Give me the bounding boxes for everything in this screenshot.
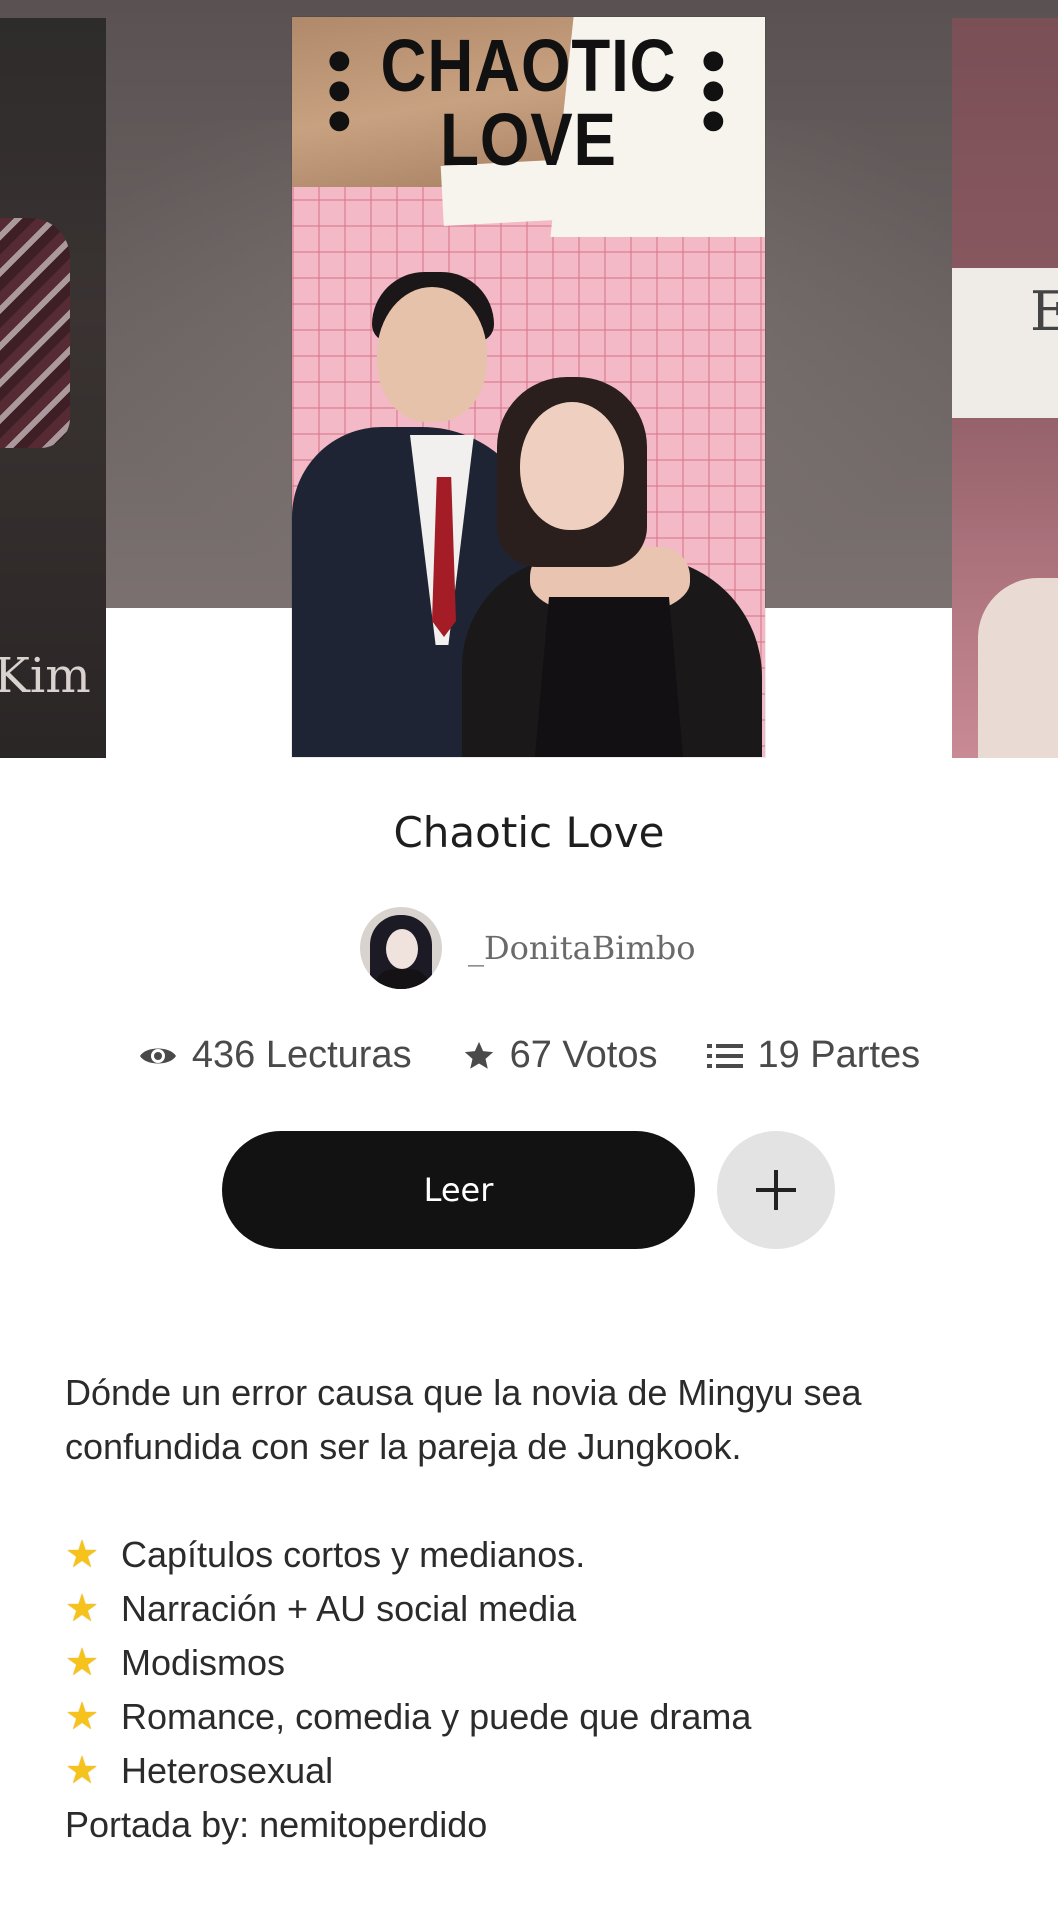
votes-stat: 67 Votos xyxy=(462,1034,658,1077)
next-story-cover[interactable]: E xyxy=(952,18,1058,758)
star-emoji-icon: ★ xyxy=(65,1534,100,1576)
add-to-library-button[interactable] xyxy=(717,1131,835,1249)
star-emoji-icon: ★ xyxy=(65,1696,100,1738)
avatar-art xyxy=(374,969,430,989)
parts-count: 19 Partes xyxy=(757,1034,921,1076)
author-name[interactable]: _DonitaBimbo xyxy=(468,929,696,967)
cover-art xyxy=(978,578,1058,758)
ink-drops-left-icon: ● ● ● xyxy=(328,45,351,135)
description-line: confundida con ser la pareja de Jungkook… xyxy=(65,1426,742,1467)
cover-figure-woman xyxy=(534,597,684,757)
cover-title-line2: LOVE xyxy=(440,98,617,181)
list-icon xyxy=(707,1043,744,1068)
previous-cover-text: Kim xyxy=(0,648,91,704)
star-emoji-icon: ★ xyxy=(65,1642,100,1684)
votes-count: 67 Votos xyxy=(509,1034,658,1076)
plus-icon xyxy=(756,1170,796,1210)
story-title: Chaotic Love xyxy=(393,808,665,857)
reads-count: 436 Lecturas xyxy=(191,1034,412,1076)
story-stats: 436 Lecturas 67 Votos 19 Partes xyxy=(0,1034,1058,1077)
cover-figure-man xyxy=(377,287,487,422)
cover-art xyxy=(0,218,70,448)
story-cover[interactable]: CHAOTIC LOVE ● ● ● ● ● ● xyxy=(292,17,765,757)
author-link[interactable]: _DonitaBimbo xyxy=(360,907,696,989)
list-item-text: Capítulos cortos y medianos. xyxy=(121,1534,586,1575)
list-item: ★ Modismos xyxy=(65,1636,995,1690)
author-avatar[interactable] xyxy=(360,907,442,989)
list-item: ★ Capítulos cortos y medianos. xyxy=(65,1528,995,1582)
cover-figure-woman xyxy=(520,402,624,530)
eye-icon xyxy=(139,1048,176,1063)
description-line: Dónde un error causa que la novia de Min… xyxy=(65,1372,862,1413)
list-item-text: Heterosexual xyxy=(121,1750,334,1791)
list-item: ★ Romance, comedia y puede que drama xyxy=(65,1690,995,1744)
parts-stat: 19 Partes xyxy=(707,1034,920,1077)
star-emoji-icon: ★ xyxy=(65,1750,100,1792)
list-item-text: Narración + AU social media xyxy=(121,1588,577,1629)
list-item-text: Romance, comedia y puede que drama xyxy=(121,1696,752,1737)
feature-list: ★ Capítulos cortos y medianos. ★ Narraci… xyxy=(65,1528,995,1798)
avatar-art xyxy=(386,929,418,969)
cover-credit: Portada by: nemitoperdido xyxy=(65,1804,488,1845)
read-button[interactable]: Leer xyxy=(222,1131,695,1249)
list-item: ★ Narración + AU social media xyxy=(65,1582,995,1636)
next-cover-text: E xyxy=(1030,280,1058,343)
cover-title: CHAOTIC LOVE xyxy=(325,29,732,177)
story-actions: Leer xyxy=(222,1131,835,1249)
star-icon xyxy=(464,1041,493,1069)
story-description: Dónde un error causa que la novia de Min… xyxy=(65,1366,995,1852)
ink-drops-right-icon: ● ● ● xyxy=(702,45,725,135)
cover-title-line1: CHAOTIC xyxy=(380,24,677,107)
list-item: ★ Heterosexual xyxy=(65,1744,995,1798)
star-emoji-icon: ★ xyxy=(65,1588,100,1630)
previous-story-cover[interactable]: Kim xyxy=(0,18,106,758)
reads-stat: 436 Lecturas xyxy=(138,1034,412,1077)
list-item-text: Modismos xyxy=(121,1642,286,1683)
